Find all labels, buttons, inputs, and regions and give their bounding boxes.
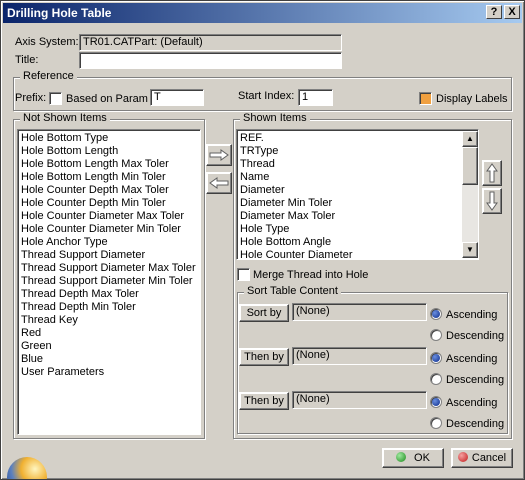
- then-by-1-descending-label: Descending: [446, 374, 505, 386]
- based-on-param-label: Based on Param: [66, 93, 148, 105]
- then-by-1-ascending-radio[interactable]: [430, 352, 442, 364]
- shown-list-item[interactable]: REF.: [237, 132, 478, 145]
- window-title: Drilling Hole Table: [7, 6, 112, 20]
- close-button[interactable]: X: [504, 5, 520, 19]
- not-shown-list-item[interactable]: Thread Support Diameter: [18, 249, 200, 262]
- move-left-button[interactable]: [206, 172, 232, 194]
- then-by-1-descending-radio[interactable]: [430, 373, 442, 385]
- not-shown-list-item[interactable]: Hole Counter Depth Min Toler: [18, 197, 200, 210]
- then-by-2-descending-label: Descending: [446, 418, 505, 430]
- not-shown-list-item[interactable]: Thread Depth Min Toler: [18, 301, 200, 314]
- sort-by-ascending-label: Ascending: [446, 309, 498, 321]
- shown-items-list[interactable]: REF. TRType Thread Name Diameter Diameter Min…: [236, 129, 479, 260]
- then-by-2-ascending-label: Ascending: [446, 397, 498, 409]
- not-shown-list-item[interactable]: User Parameters: [18, 366, 200, 379]
- shown-items-scrollbar[interactable]: ▲ ▼: [462, 131, 478, 258]
- sort-by-button[interactable]: Sort by: [239, 304, 289, 322]
- not-shown-list-item[interactable]: Hole Bottom Length: [18, 145, 200, 158]
- sort-by-ascending-radio[interactable]: [430, 308, 442, 320]
- shown-list-item[interactable]: Diameter Min Toler: [237, 197, 478, 210]
- axis-system-field: TR01.CATPart: (Default): [79, 34, 342, 51]
- based-on-param-checkbox[interactable]: [49, 92, 62, 105]
- shown-list-item[interactable]: Hole Bottom Angle: [237, 236, 478, 249]
- then-by-button-1[interactable]: Then by: [239, 348, 289, 366]
- axis-system-label: Axis System:: [15, 36, 79, 48]
- not-shown-items-list[interactable]: Hole Bottom Type Hole Bottom Length Hole B…: [17, 129, 201, 435]
- cancel-button[interactable]: Cancel: [451, 448, 513, 468]
- reference-group-title: Reference: [20, 70, 77, 82]
- arrow-left-icon: [209, 177, 229, 189]
- start-index-input[interactable]: 1: [298, 89, 333, 106]
- ok-button[interactable]: OK: [382, 448, 444, 468]
- display-labels-label: Display Labels: [436, 93, 508, 105]
- prefix-input[interactable]: T: [150, 89, 204, 106]
- scroll-thumb[interactable]: [462, 147, 478, 185]
- then-by-1-ascending-label: Ascending: [446, 353, 498, 365]
- not-shown-list-item[interactable]: Hole Bottom Length Min Toler: [18, 171, 200, 184]
- then-by-2-descending-radio[interactable]: [430, 417, 442, 429]
- help-button[interactable]: ?: [486, 5, 502, 19]
- not-shown-list-item[interactable]: Thread Support Diameter Min Toler: [18, 275, 200, 288]
- app-logo: [3, 449, 47, 479]
- title-label: Title:: [15, 54, 39, 66]
- not-shown-list-item[interactable]: Hole Anchor Type: [18, 236, 200, 249]
- shown-list-item[interactable]: Thread: [237, 158, 478, 171]
- then-by-2-ascending-radio[interactable]: [430, 396, 442, 408]
- shown-list-item[interactable]: Diameter: [237, 184, 478, 197]
- arrow-right-icon: [209, 149, 229, 161]
- not-shown-list-item[interactable]: Blue: [18, 353, 200, 366]
- shown-list-item[interactable]: Hole Counter Diameter: [237, 249, 478, 259]
- not-shown-list-item[interactable]: Green: [18, 340, 200, 353]
- not-shown-items-title: Not Shown Items: [20, 112, 110, 124]
- arrow-down-icon: [486, 191, 498, 211]
- ok-icon: [396, 452, 407, 462]
- not-shown-list-item[interactable]: Hole Counter Diameter Max Toler: [18, 210, 200, 223]
- arrow-up-icon: [486, 163, 498, 183]
- display-labels-checkbox[interactable]: [419, 92, 432, 105]
- not-shown-list-item[interactable]: Thread Key: [18, 314, 200, 327]
- prefix-label: Prefix:: [15, 92, 47, 104]
- shown-list-item[interactable]: TRType: [237, 145, 478, 158]
- then-by-field-2[interactable]: (None): [292, 391, 427, 409]
- shown-list-item[interactable]: Diameter Max Toler: [237, 210, 478, 223]
- then-by-button-2[interactable]: Then by: [239, 392, 289, 410]
- scroll-up-button[interactable]: ▲: [462, 131, 478, 147]
- title-bar: Drilling Hole Table ? X: [3, 3, 522, 23]
- merge-thread-checkbox[interactable]: [237, 268, 250, 281]
- not-shown-list-item[interactable]: Hole Counter Diameter Min Toler: [18, 223, 200, 236]
- sort-by-descending-radio[interactable]: [430, 329, 442, 341]
- start-index-label: Start Index:: [238, 90, 295, 102]
- cancel-icon: [457, 452, 468, 462]
- sort-table-content-title: Sort Table Content: [244, 285, 341, 297]
- sort-by-field[interactable]: (None): [292, 303, 427, 321]
- move-down-button[interactable]: [482, 188, 502, 214]
- not-shown-list-item[interactable]: Thread Support Diameter Max Toler: [18, 262, 200, 275]
- not-shown-list-item[interactable]: Hole Counter Depth Max Toler: [18, 184, 200, 197]
- ok-label: OK: [414, 452, 430, 464]
- then-by-field-1[interactable]: (None): [292, 347, 427, 365]
- title-input[interactable]: [79, 52, 342, 69]
- shown-list-item[interactable]: Name: [237, 171, 478, 184]
- sort-by-descending-label: Descending: [446, 330, 505, 342]
- not-shown-list-item[interactable]: Thread Depth Max Toler: [18, 288, 200, 301]
- not-shown-list-item[interactable]: Red: [18, 327, 200, 340]
- drilling-hole-table-dialog: Drilling Hole Table ? X Axis System: TR0…: [0, 0, 525, 480]
- shown-list-item[interactable]: Hole Type: [237, 223, 478, 236]
- not-shown-list-item[interactable]: Hole Bottom Length Max Toler: [18, 158, 200, 171]
- shown-items-title: Shown Items: [240, 112, 310, 124]
- merge-thread-label: Merge Thread into Hole: [253, 269, 369, 281]
- not-shown-list-item[interactable]: Hole Bottom Type: [18, 132, 200, 145]
- move-right-button[interactable]: [206, 144, 232, 166]
- move-up-button[interactable]: [482, 160, 502, 186]
- scroll-down-button[interactable]: ▼: [462, 242, 478, 258]
- cancel-label: Cancel: [471, 452, 507, 464]
